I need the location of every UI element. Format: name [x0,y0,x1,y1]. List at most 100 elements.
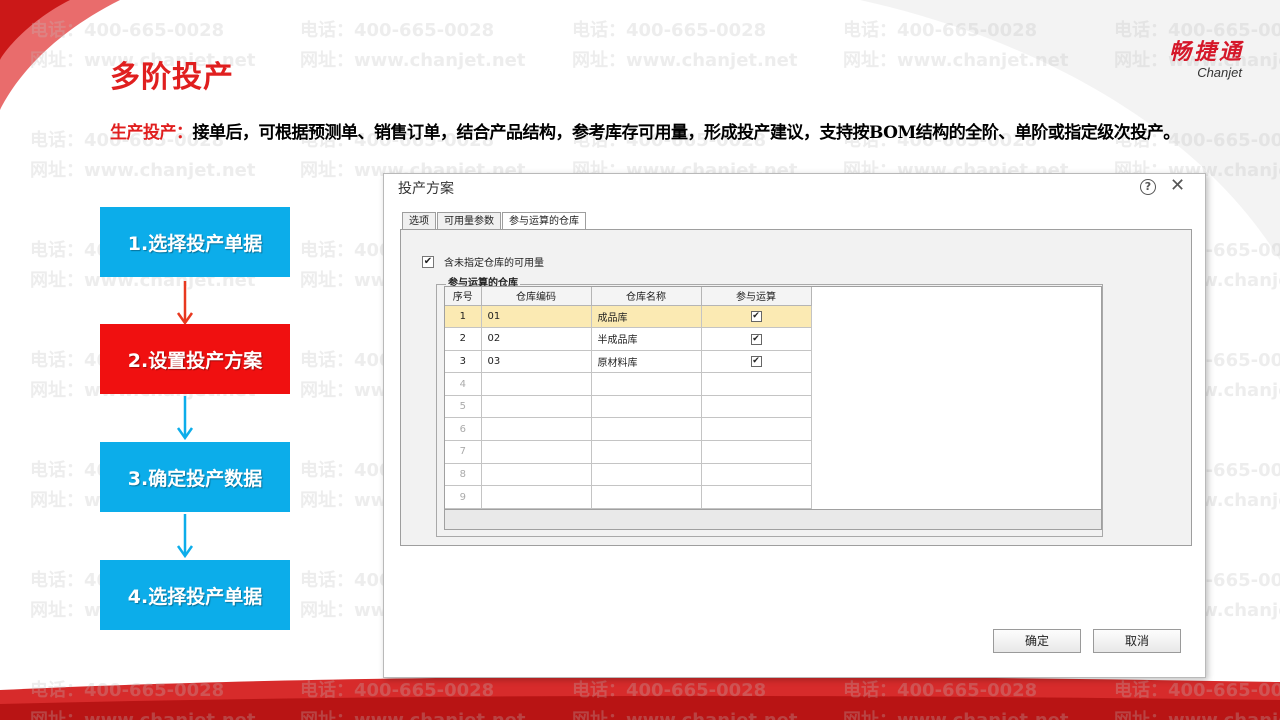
warehouse-name-cell[interactable] [591,440,702,464]
warehouse-code-cell[interactable] [481,440,592,464]
watermark-phone: 电话：400-665-0028 [30,20,225,41]
row-index-cell[interactable]: 9 [445,485,482,509]
watermark-text: 电话：400-665-0028 网址：www.chanjet.net [30,676,255,720]
arrow-down-icon [176,396,194,441]
dialog-title: 投产方案 [398,181,454,197]
row-index-cell[interactable]: 2 [445,327,482,351]
step-2-label: 2.设置投产方案 [127,349,263,372]
column-header-participate[interactable]: 参与运算 [701,287,812,306]
description-paragraph: 生产投产：接单后，可根据预测单、销售订单，结合产品结构，参考库存可用量，形成投产… [110,117,1210,149]
column-header-name[interactable]: 仓库名称 [591,287,702,306]
grid-horizontal-scrollbar[interactable] [444,510,1102,530]
arrow-down-icon [176,281,194,326]
participate-cell[interactable]: ✔ [701,305,812,329]
warehouse-code-cell[interactable]: 01 [481,305,592,329]
watermark-text: 电话：400-665-0028 网址：www.chanjet.net [572,16,797,76]
table-row[interactable]: 4 [445,372,812,396]
participate-cell[interactable] [701,395,812,419]
step-3-box: 3.确定投产数据 [100,442,290,512]
warehouse-name-cell[interactable]: 半成品库 [591,327,702,351]
warehouse-name-cell[interactable]: 成品库 [591,305,702,329]
warehouse-code-cell[interactable]: 03 [481,350,592,374]
watermark-site: 网址：www.chanjet.net [843,50,1069,71]
participate-cell[interactable] [701,440,812,464]
participate-checkbox[interactable]: ✔ [750,356,762,368]
warehouse-grid: 序号 仓库编码 仓库名称 参与运算 1 01 成品库 ✔ 2 02 半成品库 ✔ 3 03 原材料库… [444,286,1102,510]
warehouse-name-cell[interactable] [591,463,702,487]
table-row[interactable]: 1 01 成品库 ✔ [445,305,812,329]
watermark-site: 网址：www.chanjet.net [1114,706,1280,720]
warehouse-name-cell[interactable] [591,372,702,396]
tab-availability-params[interactable]: 可用量参数 [437,212,501,229]
participate-cell[interactable] [701,372,812,396]
warehouse-code-cell[interactable] [481,417,592,442]
description-text: 接单后，可根据预测单、销售订单，结合产品结构，参考库存可用量，形成投产建议，支持… [192,123,1181,143]
watermark-phone: 电话：400-665-0028 [843,20,1038,41]
logo-english-text: Chanjet [1197,65,1242,80]
row-index-cell[interactable]: 3 [445,350,482,374]
warehouse-name-cell[interactable] [591,485,702,509]
tab-warehouses[interactable]: 参与运算的仓库 [502,212,586,230]
row-index-cell[interactable]: 1 [445,305,482,329]
watermark-text: 电话：400-665-0028 网址：www.chanjet.net [843,676,1068,720]
participate-checkbox[interactable]: ✔ [750,333,762,345]
table-row[interactable]: 8 [445,463,812,487]
chanjet-logo: 畅捷通 Chanjet [1169,40,1244,80]
close-icon[interactable]: ✕ [1170,175,1185,196]
include-unassigned-label: 含未指定仓库的可用量 [444,258,544,269]
watermark-site: 网址：www.chanjet.net [30,706,255,720]
watermark-site: 网址：www.chanjet.net [843,706,1068,720]
warehouse-code-cell[interactable]: 02 [481,327,592,351]
watermark-text: 电话：400-665-0028 网址：www.chanjet.net [843,16,1068,76]
arrow-down-icon [176,514,194,559]
warehouse-code-cell[interactable] [481,463,592,487]
page-title: 多阶投产 [110,60,234,95]
cancel-button[interactable]: 取消 [1093,629,1181,653]
watermark-text: 电话：400-665-0028 网址：www.chanjet.net [300,676,525,720]
watermark-phone: 电话：400-665-0028 [30,680,225,701]
watermark-phone: 电话：400-665-0028 [300,680,495,701]
participate-cell[interactable] [701,485,812,509]
participate-cell[interactable] [701,417,812,442]
participate-checkbox[interactable]: ✔ [750,311,762,323]
participate-cell[interactable] [701,463,812,487]
watermark-phone: 电话：400-665-0028 [572,680,767,701]
participate-cell[interactable]: ✔ [701,327,812,351]
table-row[interactable]: 7 [445,440,812,464]
watermark-text: 电话：400-665-0028 网址：www.chanjet.net [1114,676,1280,720]
row-index-cell[interactable]: 4 [445,372,482,396]
step-1-box: 1.选择投产单据 [100,207,290,277]
warehouse-name-cell[interactable] [591,395,702,419]
row-index-cell[interactable]: 7 [445,440,482,464]
table-row[interactable]: 2 02 半成品库 ✔ [445,327,812,351]
column-header-code[interactable]: 仓库编码 [481,287,592,306]
include-unassigned-option[interactable]: ✔ 含未指定仓库的可用量 [422,254,544,269]
row-index-cell[interactable]: 5 [445,395,482,419]
watermark-site: 网址：www.chanjet.net [300,50,526,71]
tab-options[interactable]: 选项 [402,212,436,229]
warehouse-code-cell[interactable] [481,372,592,396]
watermark-phone: 电话：400-665-0028 [843,680,1038,701]
column-header-index[interactable]: 序号 [445,287,482,306]
question-circle-icon[interactable]: ? [1140,179,1156,195]
table-row[interactable]: 6 [445,417,812,442]
step-2-box: 2.设置投产方案 [100,324,290,394]
table-row[interactable]: 9 [445,485,812,509]
watermark-site: 网址：www.chanjet.net [572,706,797,720]
warehouse-name-cell[interactable]: 原材料库 [591,350,702,374]
step-1-label: 1.选择投产单据 [127,232,263,255]
watermark-site: 网址：www.chanjet.net [30,160,256,181]
table-row[interactable]: 5 [445,395,812,419]
table-row[interactable]: 3 03 原材料库 ✔ [445,350,812,374]
warehouse-name-cell[interactable] [591,417,702,442]
participate-cell[interactable]: ✔ [701,350,812,374]
include-unassigned-checkbox[interactable]: ✔ [422,255,434,268]
warehouse-code-cell[interactable] [481,485,592,509]
row-index-cell[interactable]: 8 [445,463,482,487]
ok-button[interactable]: 确定 [993,629,1081,653]
description-label: 生产投产： [110,123,193,143]
warehouse-code-cell[interactable] [481,395,592,419]
row-index-cell[interactable]: 6 [445,417,482,442]
watermark-phone: 电话：400-665-0028 [1114,680,1280,701]
watermark-site: 网址：www.chanjet.net [572,50,798,71]
